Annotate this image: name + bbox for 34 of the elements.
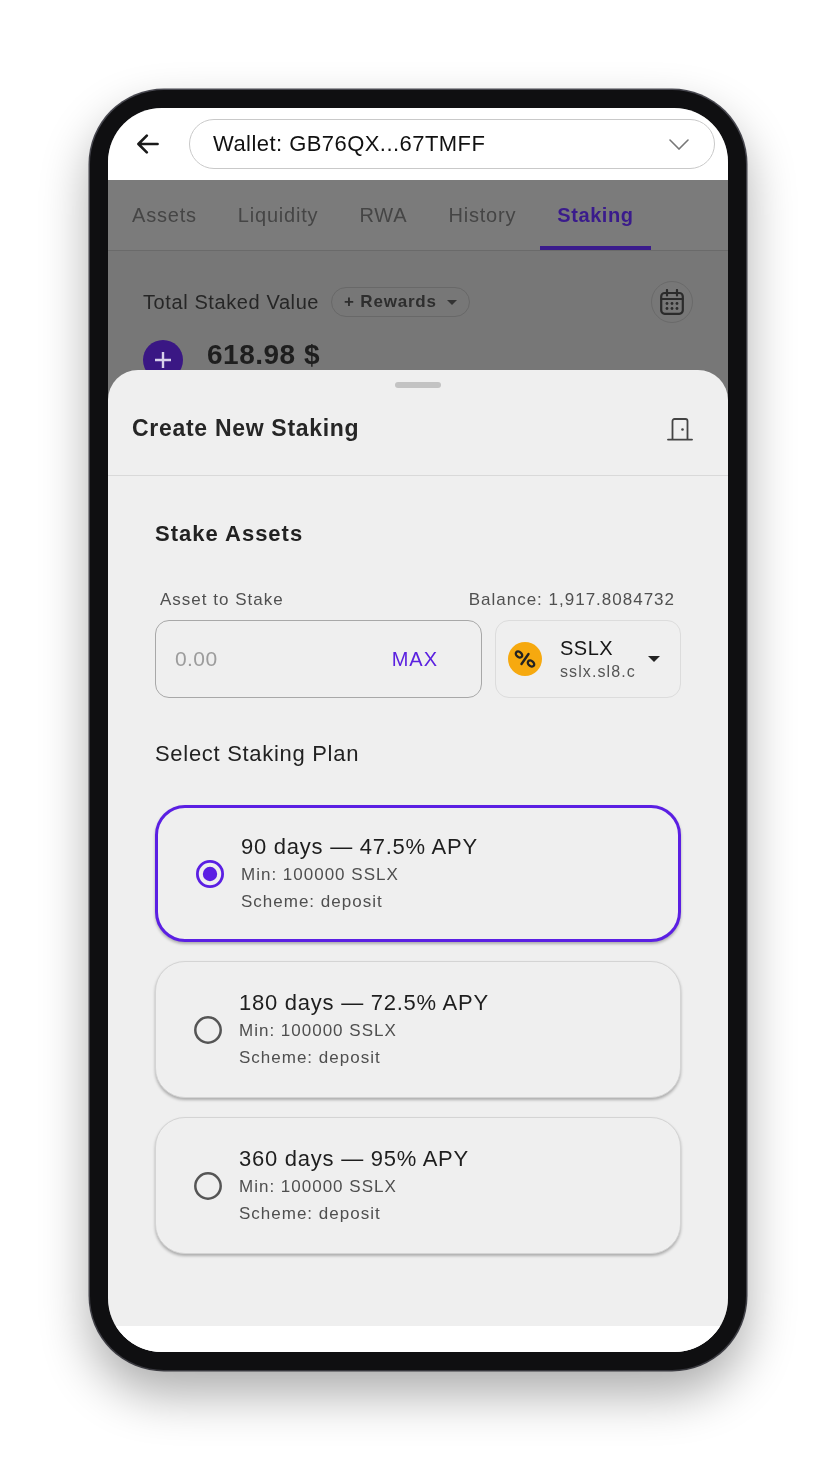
plan-title: 180 days — 72.5% APY [239, 988, 489, 1017]
section-title: Stake Assets [155, 520, 305, 548]
asset-selector[interactable]: SSLX sslx.sl8.c [495, 620, 681, 698]
plan-minimum: Min: 100000 SSLX [239, 1019, 398, 1042]
plan-title: 90 days — 47.5% APY [241, 832, 478, 861]
plan-title: 360 days — 95% APY [239, 1144, 469, 1173]
radio-button[interactable] [194, 1015, 222, 1044]
back-arrow-icon[interactable] [137, 134, 159, 154]
wallet-selector[interactable]: Wallet: GB76QX...67TMFF [189, 119, 715, 169]
plan-scheme: Scheme: deposit [239, 1202, 382, 1225]
plan-card[interactable]: 180 days — 72.5% APY Min: 100000 SSLX Scheme: deposit [155, 961, 681, 1098]
chevron-down-icon [669, 138, 689, 150]
sheet-title: Create New Staking [132, 415, 360, 442]
radio-button[interactable] [194, 1171, 222, 1200]
drag-handle[interactable] [395, 382, 441, 388]
plan-card[interactable]: 360 days — 95% APY Min: 100000 SSLX Scheme: deposit [155, 1117, 681, 1254]
calendar-icon [660, 289, 684, 315]
plan-minimum: Min: 100000 SSLX [239, 1175, 398, 1198]
staked-amount: 618.98 $ [207, 340, 320, 370]
caret-down-icon [648, 656, 660, 662]
coin-icon [508, 642, 542, 676]
radio-button[interactable] [196, 859, 224, 888]
amount-field[interactable]: 0.00 MAX [155, 620, 482, 698]
total-staked-label: Total Staked Value [143, 290, 320, 314]
plan-scheme: Scheme: deposit [241, 890, 384, 913]
door-icon[interactable] [667, 416, 693, 441]
plan-scheme: Scheme: deposit [239, 1046, 382, 1069]
max-button[interactable]: MAX [391, 647, 438, 671]
plan-card[interactable]: 90 days — 47.5% APY Min: 100000 SSLX Scheme: deposit [155, 805, 681, 942]
caret-down-icon [446, 299, 457, 305]
balance-text: Balance: 1,917.8084732 [468, 590, 675, 610]
plan-minimum: Min: 100000 SSLX [241, 863, 400, 886]
field-label: Asset to Stake [160, 590, 284, 610]
section-title: Select Staking Plan [155, 741, 361, 767]
